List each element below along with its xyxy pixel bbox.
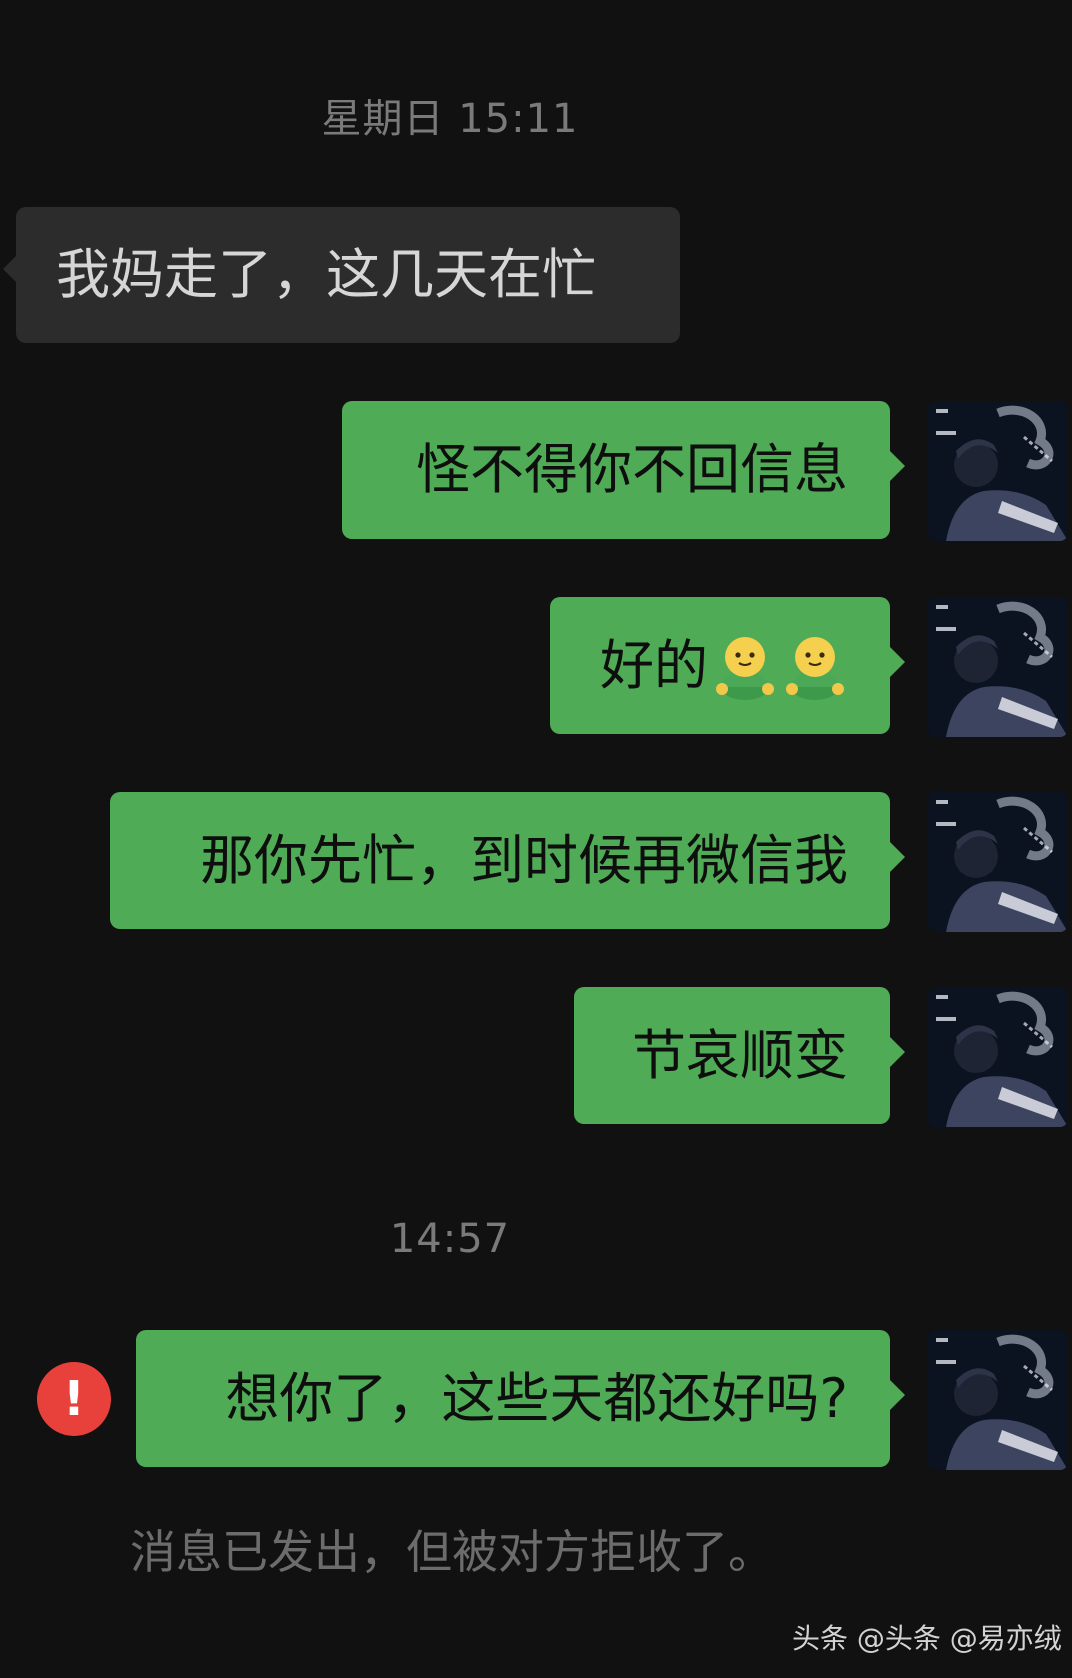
chat-timestamp: 14:57 bbox=[389, 1216, 511, 1262]
user-avatar[interactable] bbox=[928, 1330, 1068, 1470]
message-text: 节哀顺变 bbox=[632, 1023, 848, 1087]
chat-screen: 星期日 15:11 我妈走了，这几天在忙 怪不得你不回信息 好的 那你先忙，到时… bbox=[0, 0, 1072, 1678]
outgoing-message-bubble[interactable]: 想你了，这些天都还好吗? bbox=[136, 1330, 905, 1467]
user-avatar[interactable] bbox=[928, 792, 1068, 932]
chat-timestamp: 星期日 15:11 bbox=[321, 96, 579, 142]
watermark: 头条 @头条 @易亦绒 bbox=[792, 1622, 1062, 1655]
message-text: 我妈走了，这几天在忙 bbox=[56, 243, 596, 306]
system-rejection-note: 消息已发出，但被对方拒收了。 bbox=[130, 1525, 774, 1579]
smiling-figure-emoji bbox=[786, 636, 844, 700]
message-failed-icon[interactable]: ! bbox=[37, 1362, 111, 1436]
message-text: 怪不得你不回信息 bbox=[416, 438, 848, 501]
message-text: 好的 bbox=[600, 633, 708, 697]
message-text: 那你先忙，到时候再微信我 bbox=[200, 828, 848, 892]
outgoing-message-bubble[interactable]: 好的 bbox=[550, 597, 905, 734]
exclamation-icon: ! bbox=[63, 1371, 85, 1427]
user-avatar[interactable] bbox=[928, 987, 1068, 1127]
outgoing-message-bubble[interactable]: 怪不得你不回信息 bbox=[342, 401, 905, 539]
incoming-message-bubble[interactable]: 我妈走了，这几天在忙 bbox=[3, 207, 680, 343]
user-avatar[interactable] bbox=[928, 597, 1068, 737]
outgoing-message-bubble[interactable]: 节哀顺变 bbox=[574, 987, 905, 1124]
user-avatar[interactable] bbox=[928, 401, 1068, 541]
outgoing-message-bubble[interactable]: 那你先忙，到时候再微信我 bbox=[110, 792, 905, 929]
message-text: 想你了，这些天都还好吗? bbox=[225, 1366, 848, 1430]
smiling-figure-emoji bbox=[716, 636, 774, 700]
